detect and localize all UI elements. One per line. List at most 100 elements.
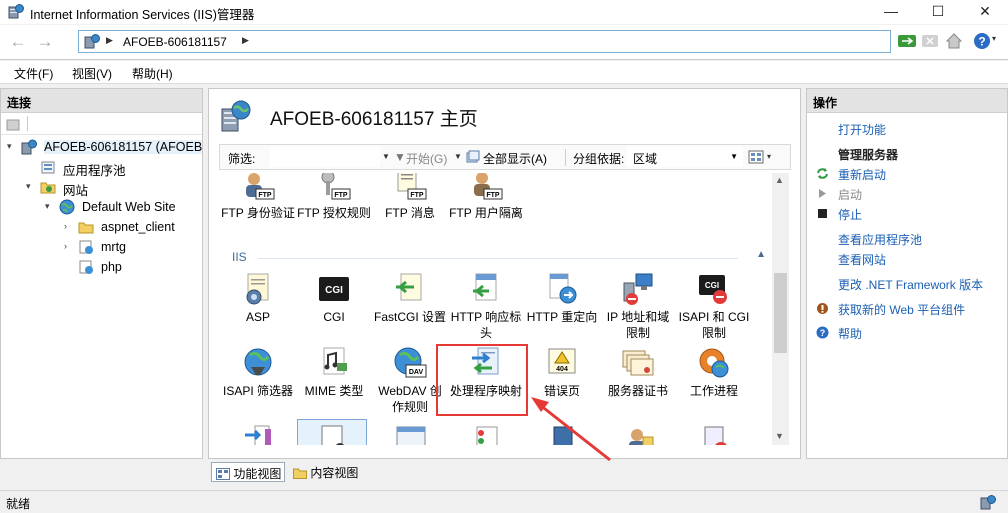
menu-file[interactable]: 文件(F) <box>14 65 53 82</box>
feature-cgi[interactable]: CGI CGI <box>297 271 371 325</box>
certificates-icon <box>622 350 654 376</box>
chevron-down-icon[interactable]: ▼ <box>454 152 462 161</box>
action-change-net-version[interactable]: 更改 .NET Framework 版本 <box>838 276 983 293</box>
feature-label: CGI <box>323 310 345 324</box>
show-all-button[interactable]: 全部显示(A) <box>483 150 547 167</box>
stop-icon[interactable] <box>920 31 940 51</box>
feature-ftp-user-isolation[interactable]: FTP FTP 用户隔离 <box>449 173 523 221</box>
go-button[interactable]: 开始(G) <box>406 150 447 167</box>
action-view-app-pools[interactable]: 查看应用程序池 <box>838 231 922 248</box>
tree-item-server[interactable]: ▾ AFOEB-606181157 (AFOEB <box>7 138 203 158</box>
scroll-down-icon[interactable]: ▼ <box>775 431 784 441</box>
funnel-icon[interactable]: ▼ <box>394 150 406 164</box>
chevron-right-icon[interactable]: › <box>64 241 76 251</box>
tree-label-aspnet-client[interactable]: aspnet_client <box>101 220 175 234</box>
scrollbar-thumb[interactable] <box>774 273 787 353</box>
collapse-icon[interactable]: ▲ <box>756 249 766 260</box>
chevron-down-icon[interactable]: ▼ <box>382 152 390 161</box>
address-breadcrumb[interactable]: ▶ AFOEB-606181157 ▶ <box>78 30 891 53</box>
tree-label-mrtg[interactable]: mrtg <box>101 240 126 254</box>
feature-worker-processes[interactable]: 工作进程 <box>677 345 751 399</box>
minimize-button[interactable]: — <box>868 0 914 24</box>
feature-error-pages[interactable]: 404 错误页 <box>525 345 599 399</box>
show-all-icon[interactable] <box>466 150 480 164</box>
maximize-button[interactable]: ☐ <box>915 0 961 24</box>
close-button[interactable]: ✕ <box>962 0 1008 24</box>
connections-header: 连接 <box>1 89 202 113</box>
feature-ftp-messages[interactable]: FTP FTP 消息 <box>373 173 447 221</box>
feature-partial-icon[interactable] <box>393 423 429 445</box>
home-icon[interactable] <box>944 31 964 51</box>
http-redirect-icon <box>549 273 577 304</box>
feature-label: WebDAV 创作规则 <box>378 384 442 414</box>
feature-label: 服务器证书 <box>607 384 668 398</box>
chevron-down-icon[interactable]: ▾ <box>45 201 57 212</box>
feature-mime-types[interactable]: MIME 类型 <box>297 345 371 399</box>
chevron-down-icon[interactable]: ▾ <box>26 181 38 192</box>
menu-help[interactable]: 帮助(H) <box>132 65 173 82</box>
feature-ip-restrictions[interactable]: IP 地址和域限制 <box>601 271 675 341</box>
group-by-select[interactable]: 区域 ▼ <box>627 147 743 167</box>
breadcrumb-server[interactable]: AFOEB-606181157 <box>123 35 227 49</box>
feature-partial-selected[interactable] <box>297 419 367 445</box>
help-icon[interactable]: ? <box>972 31 992 51</box>
action-get-web-platform[interactable]: 获取新的 Web 平台组件 <box>838 301 965 318</box>
feature-handler-mappings[interactable]: 处理程序映射 <box>449 345 523 399</box>
refresh-icon[interactable] <box>897 31 917 51</box>
tree-label-app-pools[interactable]: 应用程序池 <box>63 160 126 179</box>
action-stop[interactable]: 停止 <box>838 206 862 223</box>
scroll-up-icon[interactable]: ▲ <box>775 175 784 185</box>
menu-view[interactable]: 视图(V) <box>72 65 112 82</box>
new-connection-icon[interactable] <box>5 116 21 132</box>
tab-features-view[interactable]: 功能视图 <box>211 462 285 482</box>
sites-folder-icon <box>40 182 56 194</box>
action-open-feature[interactable]: 打开功能 <box>838 121 886 138</box>
feature-ftp-authz[interactable]: FTP FTP 授权规则 <box>297 173 371 221</box>
feature-fastcgi[interactable]: FastCGI 设置 <box>373 271 447 325</box>
tree-label-sites[interactable]: 网站 <box>63 180 88 199</box>
chevron-down-icon[interactable]: ▾ <box>7 141 19 152</box>
tree-label-php[interactable]: php <box>101 260 122 274</box>
action-view-sites[interactable]: 查看网站 <box>838 251 886 268</box>
feature-isapi-cgi-restrictions[interactable]: CGI ISAPI 和 CGI 限制 <box>677 271 751 341</box>
ftp-user-isolation-icon: FTP <box>474 173 503 200</box>
filter-input[interactable] <box>270 147 380 167</box>
group-by-label: 分组依据: <box>573 152 625 166</box>
feature-partial-icon[interactable] <box>545 423 581 445</box>
feature-partial-icon[interactable] <box>697 423 733 445</box>
feature-partial-icon[interactable] <box>621 423 657 445</box>
folder-icon <box>78 222 94 234</box>
feature-label: IP 地址和域限制 <box>606 310 670 340</box>
tree-label-default-web-site[interactable]: Default Web Site <box>82 200 176 214</box>
app-icon <box>79 240 93 254</box>
feature-label: ISAPI 和 CGI 限制 <box>678 310 750 340</box>
feature-partial-icon[interactable] <box>241 423 277 445</box>
feature-partial-icon[interactable] <box>469 423 505 445</box>
feature-asp[interactable]: ASP <box>221 271 295 325</box>
chevron-down-icon[interactable]: ▼ <box>730 152 738 161</box>
action-start[interactable]: 启动 <box>838 186 862 203</box>
chevron-down-icon[interactable]: ▾ <box>992 34 996 43</box>
feature-webdav[interactable]: DAV WebDAV 创作规则 <box>373 345 447 415</box>
feature-isapi-filters[interactable]: ISAPI 筛选器 <box>221 345 295 399</box>
group-header-iis[interactable]: IIS ▲ <box>232 249 772 266</box>
tab-content-view[interactable]: 内容视图 <box>289 462 363 482</box>
chevron-right-icon[interactable]: ▶ <box>106 35 113 46</box>
chevron-down-icon[interactable]: ▾ <box>767 152 771 161</box>
feature-ftp-auth[interactable]: FTP FTP 身份验证 <box>221 173 295 221</box>
chevron-right-icon[interactable]: › <box>64 221 76 231</box>
forward-button[interactable]: → <box>33 30 57 54</box>
mime-icon <box>323 347 347 375</box>
action-restart[interactable]: 重新启动 <box>838 166 886 183</box>
view-mode-icon[interactable] <box>748 150 766 164</box>
feature-http-headers[interactable]: HTTP 响应标头 <box>449 271 523 341</box>
svg-text:FTP: FTP <box>410 192 424 199</box>
feature-server-certificates[interactable]: 服务器证书 <box>601 345 675 399</box>
stop-icon <box>818 209 827 218</box>
back-button[interactable]: ← <box>6 30 30 54</box>
feature-http-redirect[interactable]: HTTP 重定向 <box>525 271 599 325</box>
action-help[interactable]: 帮助 <box>838 325 862 342</box>
chevron-right-icon[interactable]: ▶ <box>242 35 249 46</box>
features-scrollbar[interactable]: ▲ ▼ <box>772 173 789 445</box>
tree-label-server[interactable]: AFOEB-606181157 (AFOEB <box>44 140 203 154</box>
